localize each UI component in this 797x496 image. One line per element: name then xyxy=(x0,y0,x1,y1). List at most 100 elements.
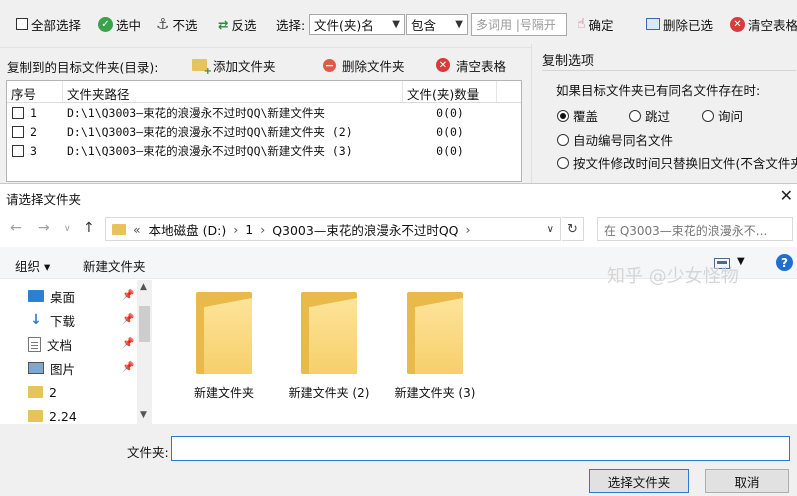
table-row[interactable]: 1 D:\1\Q3003—束花的浪漫永不过时QQ\新建文件夹 0(0) xyxy=(7,103,521,122)
divider xyxy=(542,70,796,71)
folder-item[interactable]: 新建文件夹 (2) xyxy=(273,292,385,401)
replace-older-radio[interactable]: 按文件修改时间只替换旧文件(不含文件夹) xyxy=(557,153,797,172)
row-number: 2 xyxy=(30,124,37,139)
nav-item-label: 2.24 xyxy=(49,408,77,424)
search-input[interactable]: 在 Q3003—束花的浪漫永不... xyxy=(597,217,793,241)
folder-item[interactable]: 新建文件夹 xyxy=(168,292,280,401)
scroll-down-icon[interactable]: ▼ xyxy=(140,410,147,420)
breadcrumb-current-folder[interactable]: Q3003—束花的浪漫永不过时QQ xyxy=(272,220,458,239)
clear-table-label: 清空表格 xyxy=(456,58,507,74)
confirm-label: 确定 xyxy=(588,17,614,33)
navigation-bar: ← → ∨ ↑ « 本地磁盘 (D:) › 1 › Q3003—束花的浪漫永不过… xyxy=(0,215,797,243)
match-select[interactable]: 包含 ▼ xyxy=(406,14,468,35)
folder-name: 新建文件夹 (2) xyxy=(288,386,370,400)
skip-radio[interactable]: 跳过 xyxy=(629,106,670,125)
column-header-no[interactable]: 序号 xyxy=(7,81,63,102)
new-folder-button[interactable]: 新建文件夹 xyxy=(83,256,146,275)
pin-icon[interactable]: 📌 xyxy=(122,338,134,349)
forward-arrow-icon[interactable]: → xyxy=(38,220,50,236)
clear-table-label: 清空表格 xyxy=(748,17,797,33)
command-bar: 组织 ▾ 新建文件夹 ▼ ? xyxy=(0,247,797,279)
row-path: D:\1\Q3003—束花的浪漫永不过时QQ\新建文件夹 (2) xyxy=(67,124,353,139)
nav-item-label: 下载 xyxy=(50,313,76,329)
folder-name: 新建文件夹 (3) xyxy=(394,386,476,400)
unselect-button[interactable]: ⚓ 不选 xyxy=(156,11,197,37)
delete-folder-label: 删除文件夹 xyxy=(342,58,405,74)
choose-label: 选择: xyxy=(276,17,306,33)
help-icon[interactable]: ? xyxy=(776,254,793,271)
address-bar[interactable]: « 本地磁盘 (D:) › 1 › Q3003—束花的浪漫永不过时QQ › ∨ xyxy=(105,217,561,241)
up-arrow-icon[interactable]: ↑ xyxy=(83,220,95,236)
nav-item-folder-2[interactable]: 2 xyxy=(28,382,138,402)
recent-chevron-icon[interactable]: ∨ xyxy=(64,224,71,234)
chevron-down-icon[interactable]: ∨ xyxy=(547,224,554,235)
clear-table-button-top[interactable]: ✕ 清空表格 xyxy=(730,11,797,37)
close-button[interactable]: ✕ xyxy=(780,186,793,205)
overflow-chevron-icon[interactable]: « xyxy=(133,222,141,237)
row-checkbox[interactable] xyxy=(12,106,24,119)
select-button[interactable]: ✓ 选中 xyxy=(98,11,141,37)
table-row[interactable]: 3 D:\1\Q3003—束花的浪漫永不过时QQ\新建文件夹 (3) 0(0) xyxy=(7,141,521,160)
pin-icon[interactable]: 📌 xyxy=(122,314,134,325)
delete-folder-button[interactable]: − 删除文件夹 xyxy=(323,55,405,75)
checkbox-icon xyxy=(16,18,28,30)
folder-name: 新建文件夹 xyxy=(193,386,254,400)
navigation-pane: 桌面 📌 ↓ 下载 📌 文档 📌 图片 📌 2 2.24 ▲ ▼ xyxy=(0,280,154,424)
refresh-button[interactable]: ↻ xyxy=(562,217,584,241)
select-all-label: 全部选择 xyxy=(31,17,82,33)
organize-menu[interactable]: 组织 ▾ xyxy=(15,256,50,275)
document-icon xyxy=(28,336,41,352)
chevron-down-icon: ▼ xyxy=(392,19,400,30)
row-checkbox[interactable] xyxy=(12,144,24,157)
delete-selected-button[interactable]: 删除已选 xyxy=(646,11,713,37)
nav-item-label: 图片 xyxy=(50,361,76,377)
select-label: 选中 xyxy=(116,17,142,33)
radio-icon xyxy=(557,133,569,146)
invert-button[interactable]: ⇄ 反选 xyxy=(218,11,257,37)
copy-options-title: 复制选项 xyxy=(542,54,595,69)
column-header-path[interactable]: 文件夹路径 xyxy=(63,81,403,102)
confirm-button[interactable]: ☝ 确定 xyxy=(577,11,614,37)
type-select[interactable]: 文件(夹)名 ▼ xyxy=(309,14,405,35)
column-header-count[interactable]: 文件(夹)数量 xyxy=(403,81,497,102)
type-select-value: 文件(夹)名 xyxy=(314,18,374,33)
keyword-input[interactable]: 多词用 |号隔开 xyxy=(471,13,567,36)
pin-icon[interactable]: 📌 xyxy=(122,290,134,301)
row-number: 3 xyxy=(30,143,37,158)
ask-label: 询问 xyxy=(718,109,744,124)
breadcrumb-separator-icon: › xyxy=(465,221,471,237)
row-checkbox[interactable] xyxy=(12,125,24,138)
hand-icon: ☝ xyxy=(577,16,586,32)
breadcrumb-folder-1[interactable]: 1 xyxy=(245,222,253,237)
row-path: D:\1\Q3003—束花的浪漫永不过时QQ\新建文件夹 (3) xyxy=(67,143,353,158)
scroll-up-icon[interactable]: ▲ xyxy=(140,282,147,292)
select-all-checkbox[interactable]: 全部选择 xyxy=(16,11,81,37)
overwrite-radio[interactable]: 覆盖 xyxy=(557,106,598,125)
chevron-down-icon[interactable]: ▼ xyxy=(737,256,745,267)
desktop-icon xyxy=(28,290,44,302)
window-icon xyxy=(646,18,660,30)
row-number: 1 xyxy=(30,105,37,120)
cancel-button[interactable]: 取消 xyxy=(705,469,789,493)
skip-label: 跳过 xyxy=(645,109,671,124)
folder-icon xyxy=(196,292,252,374)
check-icon: ✓ xyxy=(98,16,113,32)
row-count: 0(0) xyxy=(436,124,464,139)
ask-radio[interactable]: 询问 xyxy=(702,106,743,125)
scrollbar-thumb[interactable] xyxy=(139,306,150,342)
conflict-question: 如果目标文件夹已有同名文件存在时: xyxy=(556,83,761,98)
back-arrow-icon[interactable]: ← xyxy=(10,220,22,236)
add-folder-button[interactable]: 添加文件夹 xyxy=(192,55,276,77)
swap-icon: ⇄ xyxy=(218,16,229,32)
clear-table-button[interactable]: ✕ 清空表格 xyxy=(436,55,506,75)
pin-icon[interactable]: 📌 xyxy=(122,362,134,373)
select-folder-button[interactable]: 选择文件夹 xyxy=(589,469,689,493)
nav-scrollbar[interactable]: ▲ ▼ xyxy=(137,280,152,424)
nav-item-folder-2-24[interactable]: 2.24 xyxy=(28,406,138,426)
auto-rename-radio[interactable]: 自动编号同名文件 xyxy=(557,130,673,149)
folder-input[interactable] xyxy=(171,436,790,461)
breadcrumb-drive[interactable]: 本地磁盘 (D:) xyxy=(149,220,227,239)
folder-item[interactable]: 新建文件夹 (3) xyxy=(379,292,491,401)
view-icon[interactable] xyxy=(714,258,730,269)
table-row[interactable]: 2 D:\1\Q3003—束花的浪漫永不过时QQ\新建文件夹 (2) 0(0) xyxy=(7,122,521,141)
